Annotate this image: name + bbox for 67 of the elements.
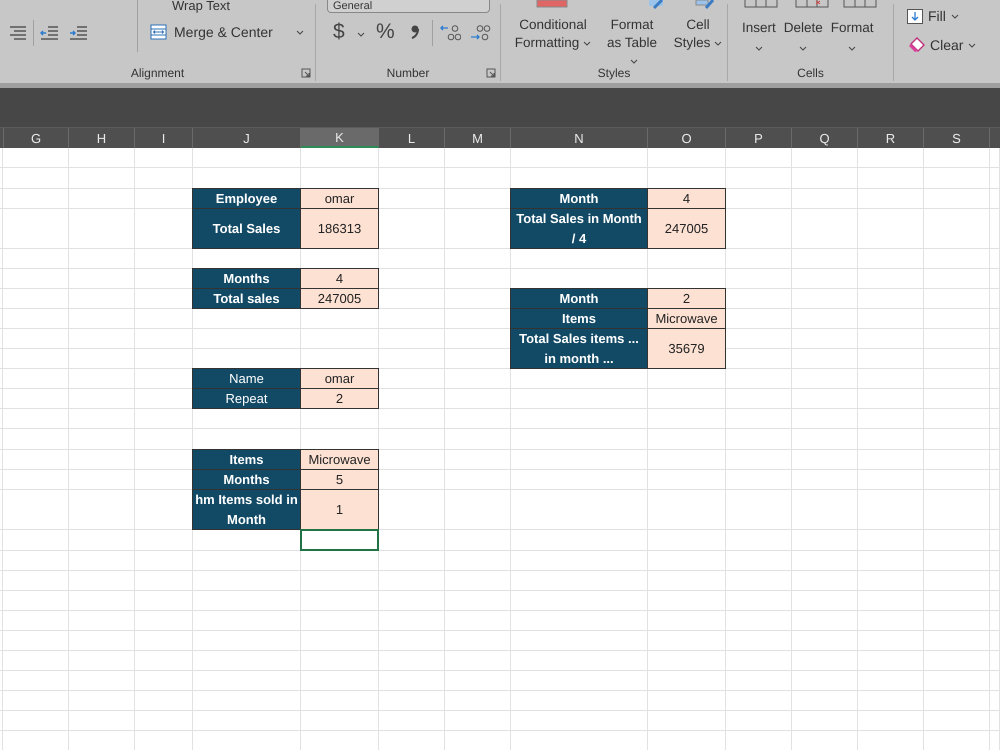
value-cell: 4 — [647, 188, 726, 209]
caret-icon — [754, 46, 763, 51]
currency-button[interactable]: $ — [333, 20, 345, 44]
caret-icon — [296, 30, 304, 34]
label-cell: Total Sales items ... in month ... — [510, 328, 648, 369]
label-cell: Name — [192, 368, 301, 389]
label-cell: Items — [510, 308, 648, 329]
value-cell: 5 — [300, 469, 379, 490]
number-format-dropdown[interactable]: General — [327, 0, 490, 13]
label-cell: Months — [192, 268, 301, 289]
label-cell: Total sales — [192, 288, 301, 309]
wrap-text-button[interactable]: Wrap Text — [172, 0, 230, 13]
comma-style-icon[interactable] — [410, 24, 419, 40]
caret-icon — [968, 42, 976, 48]
caret-icon — [950, 14, 959, 18]
decrease-indent-icon[interactable] — [40, 25, 59, 41]
value-cell: 2 — [647, 288, 726, 309]
selected-cell[interactable] — [300, 529, 379, 551]
value-cell: Microwave — [300, 449, 379, 470]
label-cell: Month — [510, 188, 648, 209]
label-cell: hm Items sold in Month — [192, 489, 301, 530]
label-cell: Repeat — [192, 388, 301, 409]
column-header[interactable]: K — [301, 128, 379, 148]
increase-indent-icon[interactable] — [69, 25, 88, 41]
caret-icon — [714, 40, 722, 46]
value-cell: 186313 — [300, 208, 379, 249]
value-cell: 247005 — [300, 288, 379, 309]
clear-button[interactable]: Clear — [907, 37, 976, 53]
caret-icon — [799, 46, 808, 51]
label-cell: Months — [192, 469, 301, 490]
value-cell: 4 — [300, 268, 379, 289]
value-cell: omar — [300, 188, 379, 209]
label-cell: Month — [510, 288, 648, 309]
dialog-launcher-icon[interactable] — [486, 68, 496, 78]
value-cell: Microwave — [647, 308, 726, 329]
fill-button[interactable]: Fill — [907, 8, 959, 24]
value-cell: 1 — [300, 489, 379, 530]
percent-button[interactable]: % — [376, 20, 395, 44]
caret-icon — [630, 58, 638, 64]
ribbon-button[interactable]: Insert — [740, 16, 778, 56]
group-label: Number — [386, 66, 430, 80]
ribbon-button[interactable]: Delete — [782, 16, 825, 56]
fill-down-icon — [907, 8, 923, 24]
caret-icon[interactable] — [357, 32, 365, 37]
group-label: Cells — [797, 66, 824, 80]
increase-decimal-icon[interactable] — [439, 24, 461, 42]
ribbon-button[interactable]: Conditional Formatting — [511, 16, 595, 52]
caret-icon — [848, 46, 856, 51]
merge-cells-icon — [150, 24, 167, 40]
value-cell: 2 — [300, 388, 379, 409]
merge-center-button[interactable]: Merge & Center — [148, 22, 306, 42]
align-right-icon[interactable] — [8, 25, 28, 41]
value-cell: omar — [300, 368, 379, 389]
group-label: Styles — [598, 66, 630, 80]
value-cell: 35679 — [647, 328, 726, 369]
ribbon-button[interactable]: Cell Styles — [669, 16, 727, 52]
eraser-icon — [907, 37, 925, 53]
group-label: Alignment — [130, 66, 184, 80]
label-cell: Employee — [192, 188, 301, 209]
label-cell: Items — [192, 449, 301, 470]
value-cell: 247005 — [647, 208, 726, 249]
ribbon-button[interactable]: Format — [828, 16, 876, 56]
label-cell: Total Sales — [192, 208, 301, 249]
dialog-launcher-icon[interactable] — [301, 68, 311, 78]
decrease-decimal-icon[interactable] — [469, 24, 491, 42]
label-cell: Total Sales in Month / 4 — [510, 208, 648, 249]
caret-icon — [583, 40, 592, 46]
